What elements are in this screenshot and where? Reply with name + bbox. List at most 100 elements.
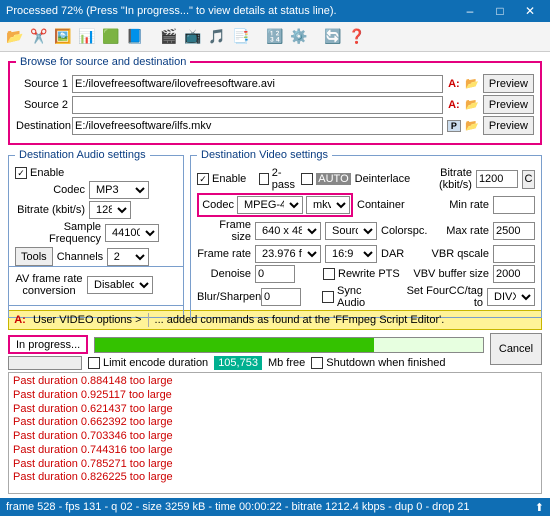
- bitrate-input[interactable]: [476, 170, 518, 188]
- syncaudio-checkbox[interactable]: Sync Audio: [322, 285, 389, 309]
- browse-legend: Browse for source and destination: [16, 56, 190, 68]
- video-codec-label: Codec: [200, 199, 234, 211]
- vbrqscale-input[interactable]: [493, 245, 535, 263]
- bitrate-right-label: Bitrate (kbit/s): [418, 167, 472, 191]
- sub-progress: [8, 356, 82, 370]
- minrate-input[interactable]: [493, 196, 535, 214]
- c-button[interactable]: C: [522, 170, 535, 189]
- toolbar-icon-8[interactable]: 📺: [182, 26, 204, 48]
- status-up-icon[interactable]: ⬆: [535, 501, 544, 514]
- vbvbuffer-input[interactable]: [493, 265, 535, 283]
- minrate-label: Min rate: [449, 199, 489, 211]
- avframe-select[interactable]: Disabled: [87, 276, 153, 294]
- browse-section: Browse for source and destination Source…: [8, 56, 542, 145]
- audio-bitrate-select[interactable]: 128: [89, 201, 131, 219]
- a-icon-1[interactable]: A:: [447, 78, 461, 90]
- folder-icon-3[interactable]: 📂: [465, 119, 479, 132]
- progress-bar: [94, 337, 484, 353]
- limit-duration-checkbox[interactable]: Limit encode duration: [88, 357, 208, 369]
- video-legend: Destination Video settings: [197, 149, 332, 161]
- blursharp-input[interactable]: [261, 288, 301, 306]
- user-video-msg: ... added commands as found at the 'FFmp…: [155, 314, 445, 326]
- titlebar: Processed 72% (Press "In progress..." to…: [0, 0, 550, 22]
- container-select[interactable]: mkv: [306, 196, 350, 214]
- tools-button[interactable]: Tools: [15, 247, 53, 266]
- toolbar-icon-4[interactable]: 📊: [76, 26, 98, 48]
- auto-checkbox[interactable]: AUTO: [301, 173, 350, 185]
- framerate-select[interactable]: 23.976 fps: [255, 245, 321, 263]
- preview-button-1[interactable]: Preview: [483, 74, 534, 93]
- sample-freq-label: Sample Frequency: [15, 221, 101, 245]
- destination-input[interactable]: [72, 117, 443, 135]
- framerate-label: Frame rate: [197, 248, 251, 260]
- p-icon[interactable]: P: [447, 120, 461, 132]
- toolbar-icon-1[interactable]: 📂: [4, 26, 26, 48]
- deinterlace-label: Deinterlace: [355, 173, 411, 185]
- framesize-label: Frame size: [197, 219, 251, 243]
- folder-icon-2[interactable]: 📂: [465, 98, 479, 111]
- preview-button-3[interactable]: Preview: [483, 116, 534, 135]
- fourcc-label: Set FourCC/tag to: [398, 285, 483, 309]
- framesize-mode-select[interactable]: Source: [325, 222, 377, 240]
- console-output[interactable]: Past duration 0.884148 too largePast dur…: [8, 372, 542, 494]
- twopass-checkbox[interactable]: 2-pass: [259, 167, 297, 191]
- dar-label: DAR: [381, 248, 404, 260]
- toolbar-icon-5[interactable]: 🟩: [100, 26, 122, 48]
- toolbar-icon-3[interactable]: 🖼️: [52, 26, 74, 48]
- toolbar-icon-9[interactable]: 🎵: [206, 26, 228, 48]
- audio-bitrate-label: Bitrate (kbit/s): [15, 204, 85, 216]
- vbrqscale-label: VBR qscale: [432, 248, 489, 260]
- denoise-label: Denoise: [197, 268, 251, 280]
- toolbar-icon-13[interactable]: 🔄: [322, 26, 344, 48]
- toolbar-icon-7[interactable]: 🎬: [158, 26, 180, 48]
- blursharp-label: Blur/Sharpen: [197, 291, 257, 303]
- destination-label: Destination: [16, 120, 68, 132]
- toolbar-icon-2[interactable]: ✂️: [28, 26, 50, 48]
- video-codec-select[interactable]: MPEG-4: [237, 196, 303, 214]
- user-video-options[interactable]: User VIDEO options >: [33, 314, 142, 326]
- toolbar-icon-6[interactable]: 📘: [124, 26, 146, 48]
- in-progress-button[interactable]: In progress...: [8, 335, 88, 354]
- source1-input[interactable]: [72, 75, 443, 93]
- window-title: Processed 72% (Press "In progress..." to…: [6, 5, 337, 17]
- status-text: frame 528 - fps 131 - q 02 - size 3259 k…: [6, 501, 469, 513]
- toolbar-icon-11[interactable]: 🔢: [264, 26, 286, 48]
- audio-codec-select[interactable]: MP3: [89, 181, 149, 199]
- folder-icon-1[interactable]: 📂: [465, 77, 479, 90]
- audio-enable-checkbox[interactable]: ✓Enable: [15, 167, 64, 179]
- audio-legend: Destination Audio settings: [15, 149, 150, 161]
- close-button[interactable]: ✕: [516, 2, 544, 20]
- framesize-select[interactable]: 640 x 480: [255, 222, 321, 240]
- audio-codec-label: Codec: [15, 184, 85, 196]
- video-enable-checkbox[interactable]: ✓Enable: [197, 173, 246, 185]
- channels-select[interactable]: 2: [107, 248, 149, 266]
- vbvbuffer-label: VBV buffer size: [413, 268, 489, 280]
- framerate-ar-select[interactable]: 16:9: [325, 245, 377, 263]
- maximize-button[interactable]: □: [486, 2, 514, 20]
- status-bar: frame 528 - fps 131 - q 02 - size 3259 k…: [0, 498, 550, 516]
- a-icon-2[interactable]: A:: [447, 99, 461, 111]
- mbfree-label: Mb free: [268, 357, 305, 369]
- shutdown-checkbox[interactable]: Shutdown when finished: [311, 357, 445, 369]
- mbfree-value: 105,753: [214, 356, 262, 370]
- a-icon-3[interactable]: A:: [13, 314, 27, 326]
- source1-label: Source 1: [16, 78, 68, 90]
- colorspc-label: Colorspc.: [381, 225, 427, 237]
- container-label: Container: [357, 199, 405, 211]
- source2-input[interactable]: [72, 96, 443, 114]
- fourcc-select[interactable]: DIVX: [487, 288, 535, 306]
- rewritepts-checkbox[interactable]: Rewrite PTS: [323, 268, 400, 280]
- source2-label: Source 2: [16, 99, 68, 111]
- toolbar-icon-10[interactable]: 📑: [230, 26, 252, 48]
- cancel-button[interactable]: Cancel: [490, 333, 542, 365]
- preview-button-2[interactable]: Preview: [483, 95, 534, 114]
- maxrate-input[interactable]: [493, 222, 535, 240]
- toolbar-icon-12[interactable]: ⚙️: [288, 26, 310, 48]
- toolbar-icon-14[interactable]: ❓: [346, 26, 368, 48]
- maxrate-label: Max rate: [446, 225, 489, 237]
- sample-freq-select[interactable]: 44100: [105, 224, 159, 242]
- avframe-section: AV frame rate conversion Disabled: [8, 266, 184, 306]
- minimize-button[interactable]: –: [456, 2, 484, 20]
- denoise-input[interactable]: [255, 265, 295, 283]
- avframe-label: AV frame rate conversion: [15, 273, 83, 297]
